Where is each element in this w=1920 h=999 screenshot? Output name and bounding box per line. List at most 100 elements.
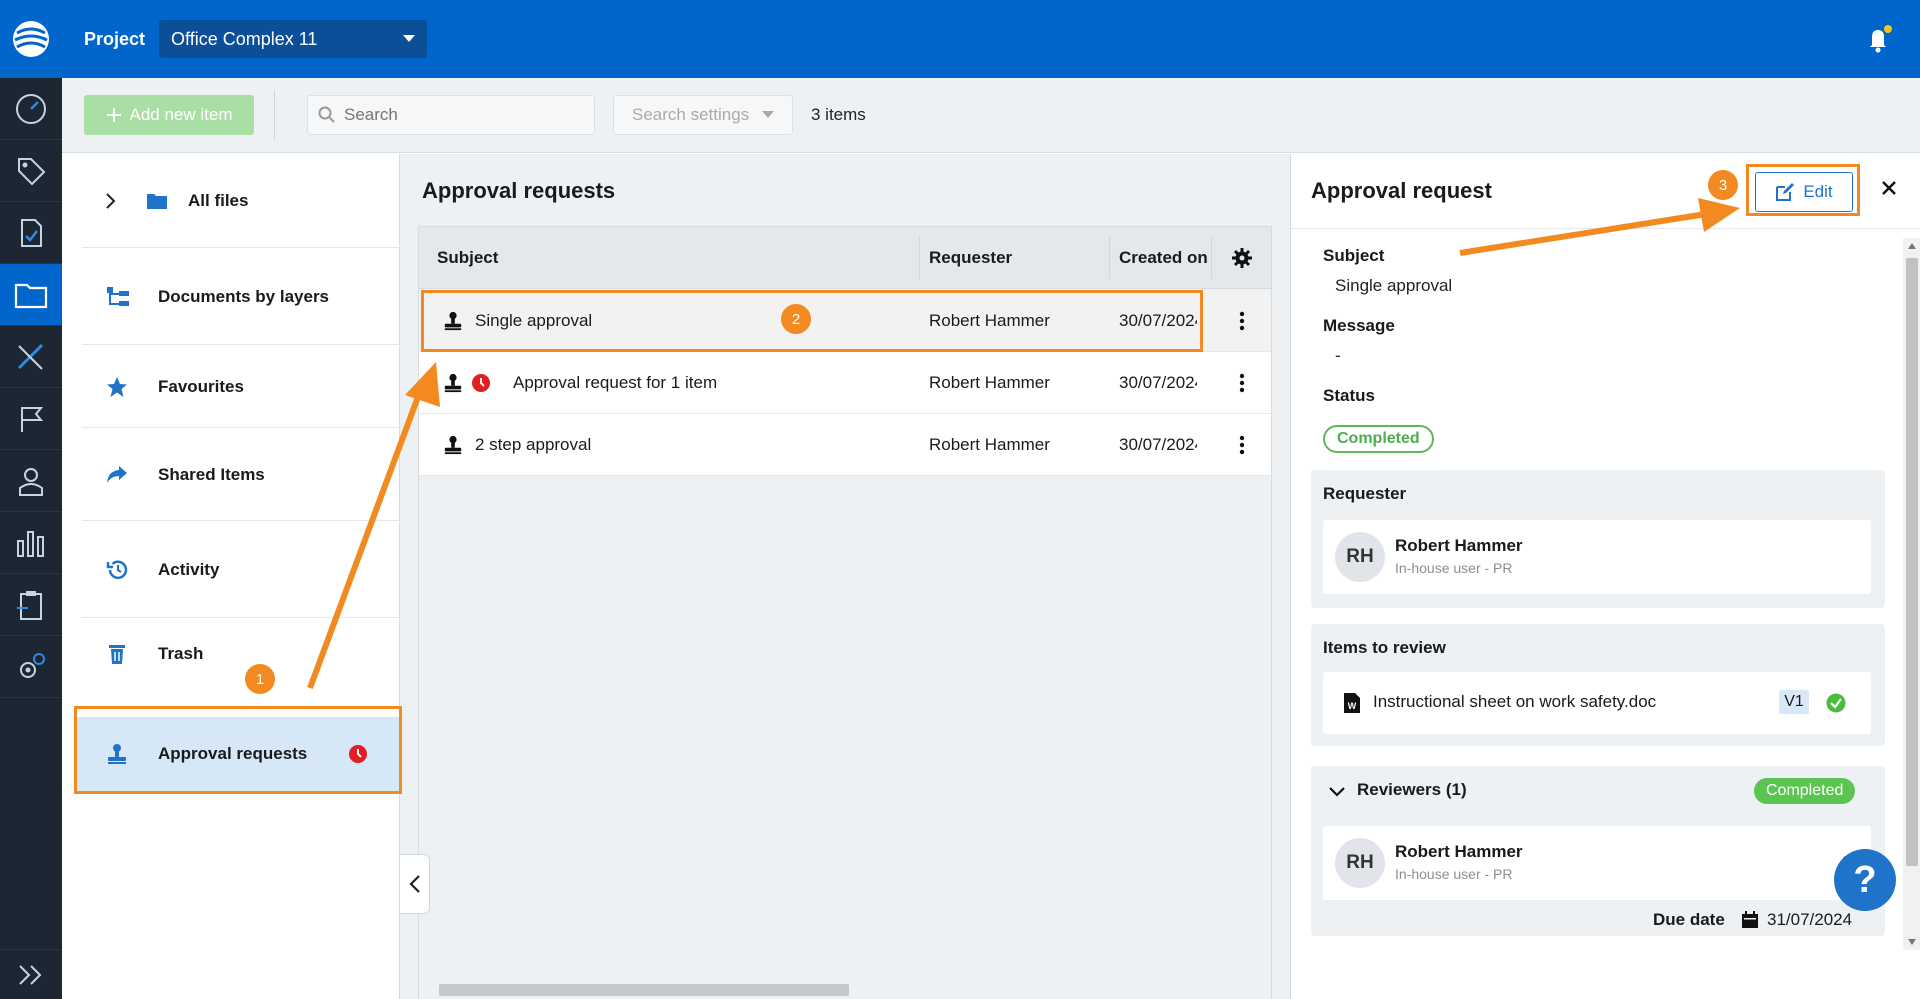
table-row[interactable]: Approval request for 1 item Robert Hamme… (419, 352, 1271, 414)
clock-alert-icon (349, 745, 367, 763)
notifications-button[interactable] (1864, 25, 1894, 53)
requester-role: In-house user - PR (1395, 560, 1513, 576)
column-settings-button[interactable] (1231, 227, 1253, 289)
message-value: - (1335, 346, 1341, 365)
svg-text:W: W (1348, 701, 1357, 711)
user-icon (19, 467, 43, 496)
approval-requests-table: Subject Requester Created on Single appr… (418, 226, 1272, 999)
help-button[interactable]: ? (1834, 849, 1896, 911)
close-button[interactable] (1881, 180, 1897, 196)
rail-dashboard[interactable] (0, 78, 62, 140)
app-rail (0, 0, 62, 999)
rail-measure[interactable] (0, 326, 62, 388)
status-badge: Completed (1323, 425, 1434, 453)
calendar-icon (1742, 911, 1758, 928)
stamp-icon (443, 290, 463, 352)
nav-all-files[interactable]: All files (82, 154, 400, 248)
column-subject[interactable]: Subject (437, 227, 498, 289)
top-bar: Project Office Complex 11 (62, 0, 1920, 78)
table-row[interactable]: Single approval Robert Hammer 30/07/2024 (419, 290, 1271, 352)
row-menu-button[interactable] (1239, 352, 1245, 414)
status-label: Status (1323, 386, 1375, 405)
subject-value: Single approval (1335, 276, 1453, 295)
row-subject: Approval request for 1 item (513, 373, 718, 392)
add-new-item-button[interactable]: Add new item (84, 95, 254, 135)
ruler-pencil-icon (17, 343, 44, 370)
row-requester: Robert Hammer (929, 311, 1050, 330)
rail-issues[interactable] (0, 388, 62, 450)
approval-detail-panel: Approval request Edit Subject Single app… (1290, 154, 1920, 999)
check-circle-icon (1826, 693, 1846, 713)
row-menu-button[interactable] (1239, 414, 1245, 476)
rail-expand[interactable] (0, 949, 62, 999)
gear-icon (1232, 248, 1252, 268)
project-name: Office Complex 11 (171, 28, 318, 49)
chevron-right-icon[interactable] (105, 192, 117, 210)
search-settings-dropdown[interactable]: Search settings (613, 95, 793, 135)
project-select[interactable]: Office Complex 11 (159, 20, 428, 58)
scroll-up-icon[interactable] (1907, 242, 1917, 250)
reviewer-card[interactable]: RH Robert Hammer In-house user - PR (1323, 826, 1871, 900)
row-created: 30/07/2024 (1119, 435, 1197, 454)
reviewers-label[interactable]: Reviewers (1) (1357, 780, 1467, 800)
edit-button[interactable]: Edit (1755, 172, 1853, 212)
search-settings-label: Search settings (632, 105, 750, 124)
gauge-icon (16, 93, 46, 124)
nav-approval-requests[interactable]: Approval requests (76, 717, 400, 791)
requester-label: Requester (1323, 484, 1407, 503)
word-file-icon: W (1344, 693, 1360, 713)
chevron-down-icon[interactable] (1329, 786, 1345, 798)
rail-reports[interactable] (0, 512, 62, 574)
clock-alert-icon (471, 352, 491, 414)
column-requester[interactable]: Requester (929, 227, 1012, 289)
file-navigation: All files Documents by layers Favourites… (62, 154, 400, 999)
add-new-item-label: Add new item (129, 105, 233, 124)
rail-tags[interactable] (0, 140, 62, 202)
nav-activity[interactable]: Activity (82, 522, 400, 618)
row-created: 30/07/2024 (1119, 373, 1197, 392)
scroll-down-icon[interactable] (1907, 938, 1917, 946)
nav-documents-by-layers-label: Documents by layers (158, 286, 330, 306)
nav-favourites[interactable]: Favourites (82, 346, 400, 428)
column-divider[interactable] (1109, 237, 1110, 279)
collapse-nav-button[interactable] (400, 854, 430, 914)
rail-settings[interactable] (0, 636, 62, 698)
rail-users[interactable] (0, 450, 62, 512)
stamp-icon (443, 414, 463, 476)
column-divider[interactable] (1211, 237, 1212, 279)
double-chevron-right-icon (19, 964, 42, 985)
nav-trash[interactable]: Trash (82, 619, 400, 689)
items-to-review-section: Items to review W Instructional sheet on… (1311, 624, 1885, 746)
app-logo[interactable] (0, 0, 62, 78)
subject-label: Subject (1323, 246, 1385, 265)
nav-shared-items[interactable]: Shared Items (82, 429, 400, 521)
scrollbar-thumb[interactable] (1906, 258, 1918, 866)
project-label: Project (84, 28, 146, 49)
horizontal-scrollbar[interactable] (419, 979, 1271, 999)
version-badge: V1 (1779, 690, 1809, 714)
row-menu-button[interactable] (1239, 290, 1245, 352)
column-divider[interactable] (919, 237, 920, 279)
stamp-icon (443, 352, 463, 414)
requester-name: Robert Hammer (1395, 536, 1523, 555)
column-created-on[interactable]: Created on (1119, 227, 1211, 289)
rail-documents[interactable] (0, 202, 62, 264)
nav-activity-label: Activity (158, 559, 220, 579)
star-icon (107, 376, 127, 397)
search-box[interactable] (307, 95, 595, 135)
nav-documents-by-layers[interactable]: Documents by layers (82, 249, 400, 345)
reviewer-name: Robert Hammer (1395, 842, 1523, 861)
vertical-scrollbar[interactable] (1903, 238, 1920, 950)
plus-icon (106, 108, 121, 122)
scrollbar-thumb[interactable] (439, 984, 849, 996)
message-label: Message (1323, 316, 1395, 335)
edit-label: Edit (1803, 182, 1833, 201)
search-input[interactable] (344, 105, 574, 125)
table-row[interactable]: 2 step approval Robert Hammer 30/07/2024 (419, 414, 1271, 476)
rail-files[interactable] (0, 264, 62, 326)
rail-clipboard[interactable] (0, 574, 62, 636)
document-check-icon (21, 218, 42, 247)
review-item[interactable]: W Instructional sheet on work safety.doc… (1323, 672, 1871, 734)
reviewers-section: Reviewers (1) Completed RH Robert Hammer… (1311, 766, 1885, 936)
annotation-step-3: 3 (1708, 170, 1738, 200)
